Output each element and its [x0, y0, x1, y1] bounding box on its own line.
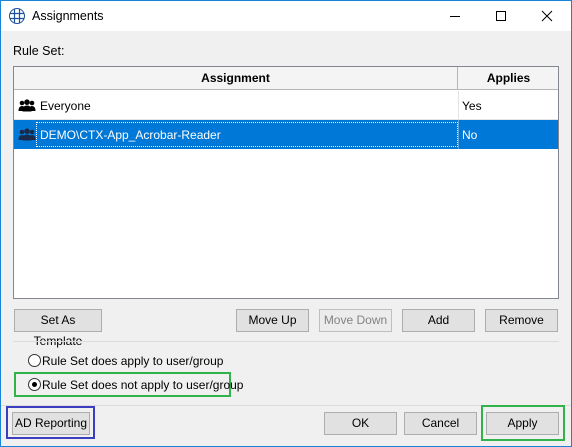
minimize-button[interactable] [432, 1, 478, 31]
column-divider [458, 91, 459, 120]
apply-button[interactable]: Apply [486, 412, 559, 435]
remove-button[interactable]: Remove [485, 309, 558, 332]
assignment-cell: Everyone [40, 99, 91, 113]
window-title: Assignments [32, 9, 104, 23]
move-up-button[interactable]: Move Up [236, 309, 309, 332]
title-bar[interactable]: Assignments [1, 1, 571, 31]
assignments-dialog: Assignments Rule Set: Assignment Applies… [0, 0, 572, 447]
column-header-assignment[interactable]: Assignment [14, 67, 458, 89]
table-row-selected[interactable]: DEMO\CTX-App_Acrobar-Reader No [14, 120, 558, 149]
minimize-icon [450, 16, 460, 17]
set-as-template-button[interactable]: Set As Template [14, 309, 102, 348]
ok-button[interactable]: OK [324, 412, 397, 435]
globe-grid-icon [9, 8, 25, 24]
radio-label: Rule Set does apply to user/group [42, 354, 224, 368]
close-icon [541, 10, 553, 22]
maximize-icon [496, 11, 506, 21]
group-icon [18, 99, 36, 112]
close-button[interactable] [524, 1, 570, 31]
grid-header: Assignment Applies [14, 67, 558, 90]
applies-cell: Yes [462, 99, 482, 113]
assignment-grid[interactable]: Assignment Applies Everyone Yes DEMO\CTX… [13, 66, 559, 299]
radio-button[interactable] [28, 354, 41, 367]
column-divider [458, 120, 459, 149]
rule-set-label: Rule Set: [13, 44, 65, 58]
assignment-cell: DEMO\CTX-App_Acrobar-Reader [40, 128, 221, 142]
maximize-button[interactable] [478, 1, 524, 31]
ad-reporting-button[interactable]: AD Reporting [12, 412, 90, 435]
radio-button-selected[interactable] [28, 378, 41, 391]
column-header-applies[interactable]: Applies [459, 67, 558, 89]
group-icon [18, 128, 36, 141]
applies-cell: No [462, 128, 478, 142]
radio-label: Rule Set does not apply to user/group [42, 378, 244, 392]
add-button[interactable]: Add [402, 309, 475, 332]
table-row[interactable]: Everyone Yes [14, 91, 558, 120]
move-down-button[interactable]: Move Down [319, 309, 392, 332]
cancel-button[interactable]: Cancel [404, 412, 477, 435]
